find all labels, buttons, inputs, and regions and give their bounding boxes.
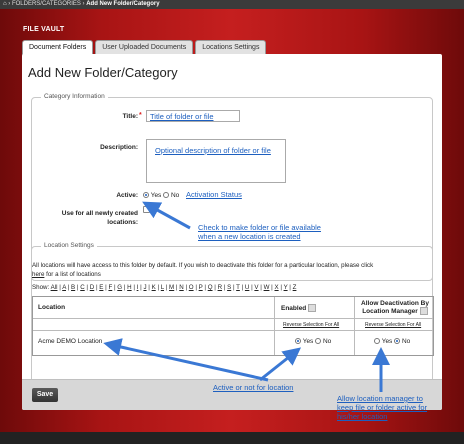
tab-document-folders[interactable]: Document Folders [22, 40, 94, 55]
row-divider [33, 330, 433, 331]
locations-table: Location Enabled Allow Deactivation By L… [32, 296, 434, 356]
help-icon[interactable] [308, 304, 317, 312]
enabled-no-radio[interactable] [315, 338, 322, 344]
location-settings-fieldset: Location Settings All locations will hav… [31, 242, 434, 383]
new-locations-checkbox[interactable] [143, 206, 150, 213]
col-enabled-label: Enabled [281, 305, 307, 312]
allow-no-label: No [401, 338, 411, 345]
col-allow-header: Allow Deactivation By Location Manager [355, 300, 435, 315]
tab-user-uploaded-documents[interactable]: User Uploaded Documents [95, 40, 194, 54]
active-yes-label: Yes [150, 192, 162, 199]
active-yes-radio[interactable] [143, 192, 149, 198]
here-link[interactable]: here [32, 271, 44, 278]
reverse-enabled-link[interactable]: Reverse Selection For All [283, 322, 339, 328]
breadcrumb-separator-2: › [82, 1, 85, 7]
annotation-allow-line2: keep file or folder active for [337, 403, 428, 412]
header-divider [33, 318, 433, 319]
col-divider-1 [274, 297, 275, 355]
breadcrumb: ⌂ › FOLDERS/CATEGORIES › Add New Folder/… [0, 0, 464, 9]
allow-yes-label: Yes [381, 338, 393, 345]
location-legend: Location Settings [41, 242, 97, 249]
enabled-yes-label: Yes [302, 338, 314, 345]
col-divider-2 [354, 297, 355, 355]
location-info-line2-rest: for a list of locations [46, 271, 101, 278]
reverse-allow-link[interactable]: Reverse Selection For All [365, 322, 421, 328]
active-radio-group: Yes No [143, 192, 179, 199]
main-panel: Add New Folder/Category Category Informa… [22, 54, 442, 410]
letter-link-z[interactable]: Z [293, 284, 297, 291]
location-name: Acme DEMO Location [38, 338, 103, 345]
new-locations-label-line1: Use for all newly created [61, 210, 138, 217]
col-enabled-header: Enabled [281, 304, 317, 312]
new-locations-note-line1: Check to make folder or file available [198, 223, 321, 232]
active-no-radio[interactable] [163, 192, 170, 198]
description-value: Optional description of folder or file [155, 146, 271, 155]
title-input-value: Title of folder or file [150, 112, 214, 121]
letter-filter: Show: All | A | B | C | D | E | F | G | … [32, 284, 296, 291]
enabled-no-label: No [322, 338, 332, 345]
required-mark: * [139, 112, 142, 119]
save-button[interactable]: Save [32, 388, 58, 402]
description-textarea[interactable]: Optional description of folder or file [146, 139, 286, 183]
app-title: FILE VAULT [23, 26, 65, 33]
new-locations-label-line2: locations: [107, 219, 138, 226]
allow-radio-group: Yes No [374, 338, 410, 345]
annotation-allow-line1: Allow location manager to [337, 394, 423, 403]
location-info-line2: here for a list of locations [32, 271, 101, 278]
show-label: Show: [32, 284, 50, 291]
annotation-allow-line3: his/her location [337, 412, 388, 421]
page-title: Add New Folder/Category [28, 65, 178, 80]
active-no-label: No [170, 192, 180, 199]
tab-locations-settings[interactable]: Locations Settings [195, 40, 267, 54]
letter-links: All | A | B | C | D | E | F | G | H | I … [51, 284, 297, 291]
location-info-line1: All locations will have access to this f… [32, 262, 374, 269]
col-allow-line2: Location Manager [355, 307, 435, 315]
bottom-bar [0, 432, 464, 444]
title-input[interactable]: Title of folder or file [146, 110, 240, 122]
home-icon[interactable]: ⌂ [3, 1, 7, 7]
allow-yes-radio[interactable] [374, 338, 380, 344]
category-legend: Category Information [41, 93, 108, 100]
breadcrumb-separator: › [8, 1, 11, 7]
enabled-yes-radio[interactable] [295, 338, 301, 344]
help-icon-2[interactable] [419, 307, 428, 315]
col-location-header: Location [38, 304, 66, 311]
breadcrumb-current: Add New Folder/Category [86, 1, 160, 7]
title-label: Title: [122, 113, 138, 120]
activation-status-note: Activation Status [186, 190, 242, 199]
breadcrumb-parent[interactable]: FOLDERS/CATEGORIES [12, 1, 81, 7]
enabled-radio-group: Yes No [295, 338, 331, 345]
new-locations-note-line2: when a new location is created [198, 232, 301, 241]
annotation-active-or-not: Active or not for location [213, 383, 294, 392]
allow-no-radio[interactable] [394, 338, 401, 344]
col-allow-line1: Allow Deactivation By [361, 300, 429, 307]
active-label: Active: [116, 192, 138, 199]
description-label: Description: [100, 144, 138, 151]
tab-bar: Document Folders User Uploaded Documents… [22, 40, 268, 55]
